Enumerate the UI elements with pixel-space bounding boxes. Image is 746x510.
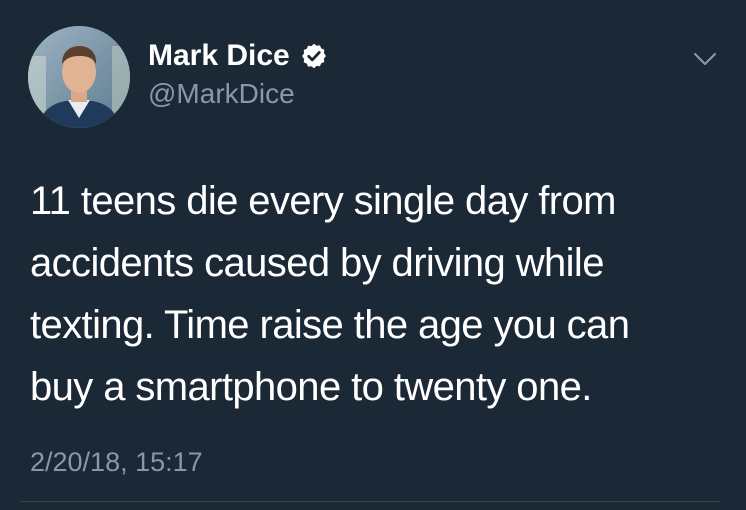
avatar[interactable] xyxy=(28,26,130,128)
verified-badge-icon xyxy=(301,43,326,69)
tweet-text: 11 teens die every single day from accid… xyxy=(30,179,630,409)
chevron-down-icon[interactable] xyxy=(690,48,720,70)
avatar-image xyxy=(28,26,130,128)
divider xyxy=(20,501,720,502)
author-handle[interactable]: @MarkDice xyxy=(148,77,295,111)
author-row: Mark Dice xyxy=(148,38,328,74)
tweet-timestamp[interactable]: 2/20/18, 15:17 xyxy=(30,445,203,479)
author-name[interactable]: Mark Dice xyxy=(148,38,290,74)
